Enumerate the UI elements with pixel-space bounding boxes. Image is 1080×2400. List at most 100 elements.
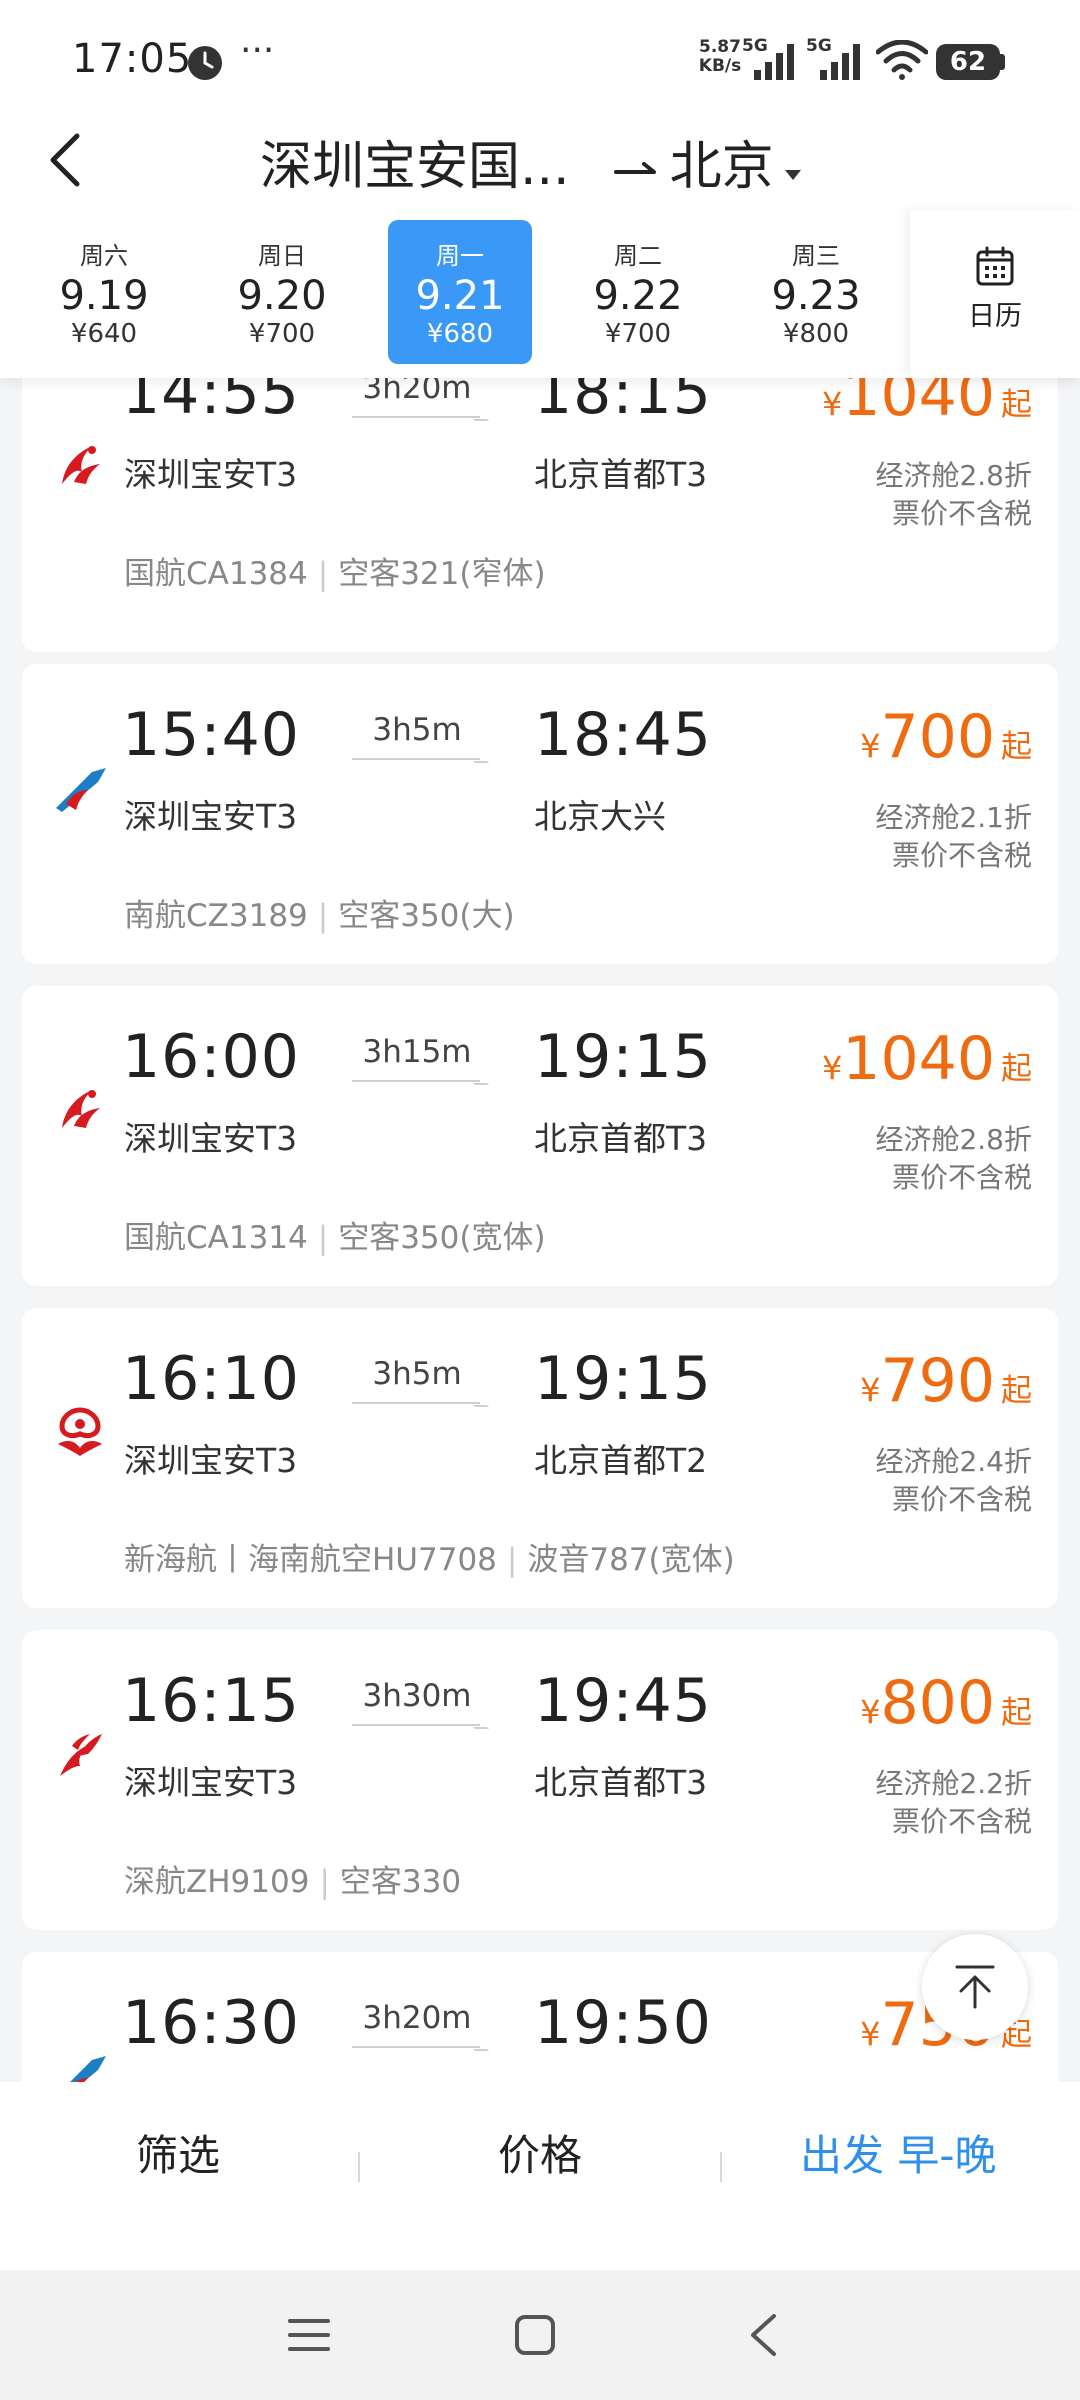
- flight-duration: 3h5m: [372, 1356, 462, 1392]
- departure-time: 14:55: [122, 378, 300, 428]
- departure-time: 16:10: [122, 1344, 300, 1414]
- date-item-2-selected[interactable]: 周一 9.21 ¥680: [388, 220, 532, 364]
- back-chevron-icon: [751, 2314, 776, 2356]
- flight-card[interactable]: 15:40 3h5m 18:45 深圳宝安T3 北京大兴 ¥700 起 经济舱2.…: [22, 664, 1058, 964]
- status-bar: 17:05 ··· 5.87 KB/s 5G 5G 62: [0, 0, 1080, 110]
- flight-info: 国航CA1314 | 空客350(宽体): [124, 1220, 546, 1256]
- flight-price: ¥1040 起: [821, 378, 1032, 430]
- route-arrow-icon: [613, 131, 658, 191]
- arrival-time: 19:15: [534, 1344, 712, 1414]
- tax-note: 票价不含税: [891, 497, 1032, 530]
- flight-price: ¥700 起: [860, 702, 1032, 772]
- departure-sort-button[interactable]: 出发 早-晚: [800, 2122, 997, 2183]
- date-item-4[interactable]: 周三 9.23 ¥800: [744, 220, 888, 364]
- status-time: 17:05: [72, 36, 193, 82]
- status-more-dots: ···: [240, 30, 275, 71]
- back-nav-button[interactable]: [728, 2300, 798, 2370]
- china-southern-icon: [56, 768, 106, 812]
- arrival-time: 19:45: [534, 1666, 712, 1736]
- home-square-icon: [515, 2315, 555, 2355]
- arrival-airport: 北京大兴: [534, 797, 666, 836]
- menu-icon: [288, 2319, 330, 2351]
- hainan-airlines-icon: [58, 1407, 102, 1456]
- departure-time: 15:40: [122, 700, 300, 770]
- arrival-time: 18:45: [534, 700, 712, 770]
- calendar-label: 日历: [968, 301, 1022, 332]
- flight-card[interactable]: 16:15 3h30m 19:45 深圳宝安T3 北京首都T3 ¥800 起 经济…: [22, 1630, 1058, 1930]
- flight-info: 深航ZH9109 | 空客330: [124, 1864, 462, 1900]
- flight-duration: 3h15m: [362, 1034, 472, 1070]
- arrival-airport: 北京首都T3: [534, 455, 708, 494]
- clock-icon: [188, 46, 222, 80]
- departure-airport: 深圳宝安T3: [124, 1441, 298, 1480]
- flight-card[interactable]: 16:00 3h15m 19:15 深圳宝安T3 北京首都T3 ¥1040 起 经…: [22, 986, 1058, 1286]
- route-from: 深圳宝安国...: [260, 136, 570, 197]
- flight-price: ¥790 起: [860, 1346, 1032, 1416]
- departure-airport: 深圳宝安T3: [124, 797, 298, 836]
- menu-nav-button[interactable]: [274, 2300, 344, 2370]
- cabin-discount: 经济舱2.8折: [875, 459, 1032, 492]
- arrival-airport: 北京首都T3: [534, 1763, 708, 1802]
- divider: [358, 2152, 360, 2182]
- duration-arrow: [352, 414, 480, 418]
- filter-bar: 筛选 价格 出发 早-晚: [0, 2082, 1080, 2270]
- cabin-discount: 经济舱2.4折: [875, 1445, 1032, 1478]
- caret-down-icon: [784, 134, 802, 194]
- china-southern-icon: [70, 2056, 106, 2082]
- tax-note: 票价不含税: [891, 1483, 1032, 1516]
- duration-arrow: [352, 1722, 480, 1726]
- arrival-time: 19:50: [534, 1988, 712, 2058]
- flight-price: ¥1040 起: [821, 1024, 1032, 1094]
- flight-list: 14:55 3h20m 18:15 深圳宝安T3 北京首都T3 ¥1040 起 经…: [0, 378, 1080, 2082]
- flight-duration: 3h20m: [362, 378, 472, 406]
- duration-arrow: [352, 1078, 480, 1082]
- battery-tip: [1000, 54, 1005, 70]
- system-nav-bar: [0, 2270, 1080, 2400]
- date-item-1[interactable]: 周日 9.20 ¥700: [210, 220, 354, 364]
- departure-airport: 深圳宝安T3: [124, 1119, 298, 1158]
- departure-time: 16:15: [122, 1666, 300, 1736]
- flight-info: 国航CA1384 | 空客321(窄体): [124, 556, 546, 592]
- shenzhen-airlines-icon: [60, 1734, 102, 1776]
- date-item-3[interactable]: 周二 9.22 ¥700: [566, 220, 710, 364]
- divider: [720, 2152, 722, 2182]
- duration-arrow: [352, 2044, 480, 2048]
- flight-card[interactable]: 16:30 3h20m 19:50 ¥750起: [22, 1952, 1058, 2082]
- cabin-discount: 经济舱2.2折: [875, 1767, 1032, 1800]
- route-selector[interactable]: 深圳宝安国... 北京: [260, 126, 802, 197]
- back-to-top-button[interactable]: [922, 1934, 1028, 2040]
- battery-icon: 62: [936, 44, 1000, 80]
- flight-info: 南航CZ3189 | 空客350(大): [124, 898, 515, 934]
- arrow-up-icon: [955, 1965, 995, 2009]
- signal-icon: [754, 44, 794, 80]
- tax-note: 票价不含税: [891, 839, 1032, 872]
- route-to: 北京: [669, 136, 774, 197]
- calendar-icon: [910, 246, 1080, 290]
- network-speed: 5.87 KB/s: [698, 37, 742, 76]
- wifi-icon: [876, 40, 928, 80]
- departure-time: 16:30: [122, 1988, 300, 2058]
- calendar-button[interactable]: 日历: [910, 210, 1080, 378]
- flight-duration: 3h20m: [362, 2000, 472, 2036]
- flight-card[interactable]: 16:10 3h5m 19:15 深圳宝安T3 北京首都T2 ¥790 起 经济舱…: [22, 1308, 1058, 1608]
- air-china-icon: [62, 446, 100, 484]
- tax-note: 票价不含税: [891, 1161, 1032, 1194]
- back-button[interactable]: [30, 110, 100, 210]
- arrival-time: 19:15: [534, 1022, 712, 1092]
- flight-info: 新海航丨海南航空HU7708 | 波音787(宽体): [124, 1542, 735, 1578]
- flight-card[interactable]: 14:55 3h20m 18:15 深圳宝安T3 北京首都T3 ¥1040 起 经…: [22, 378, 1058, 652]
- signal-icon-2: [820, 44, 860, 80]
- flight-duration: 3h5m: [372, 712, 462, 748]
- filter-button[interactable]: 筛选: [136, 2122, 220, 2183]
- arrival-airport: 北京首都T2: [534, 1441, 708, 1480]
- duration-arrow: [352, 1400, 480, 1404]
- arrival-airport: 北京首都T3: [534, 1119, 708, 1158]
- cabin-discount: 经济舱2.8折: [875, 1123, 1032, 1156]
- departure-time: 16:00: [122, 1022, 300, 1092]
- price-sort-button[interactable]: 价格: [498, 2122, 582, 2183]
- air-china-icon: [62, 1090, 100, 1128]
- date-item-0[interactable]: 周六 9.19 ¥640: [32, 220, 176, 364]
- date-selector: 周六 9.19 ¥640 周日 9.20 ¥700 周一 9.21 ¥680 周…: [0, 210, 1080, 378]
- tax-note: 票价不含税: [891, 1805, 1032, 1838]
- home-nav-button[interactable]: [500, 2300, 570, 2370]
